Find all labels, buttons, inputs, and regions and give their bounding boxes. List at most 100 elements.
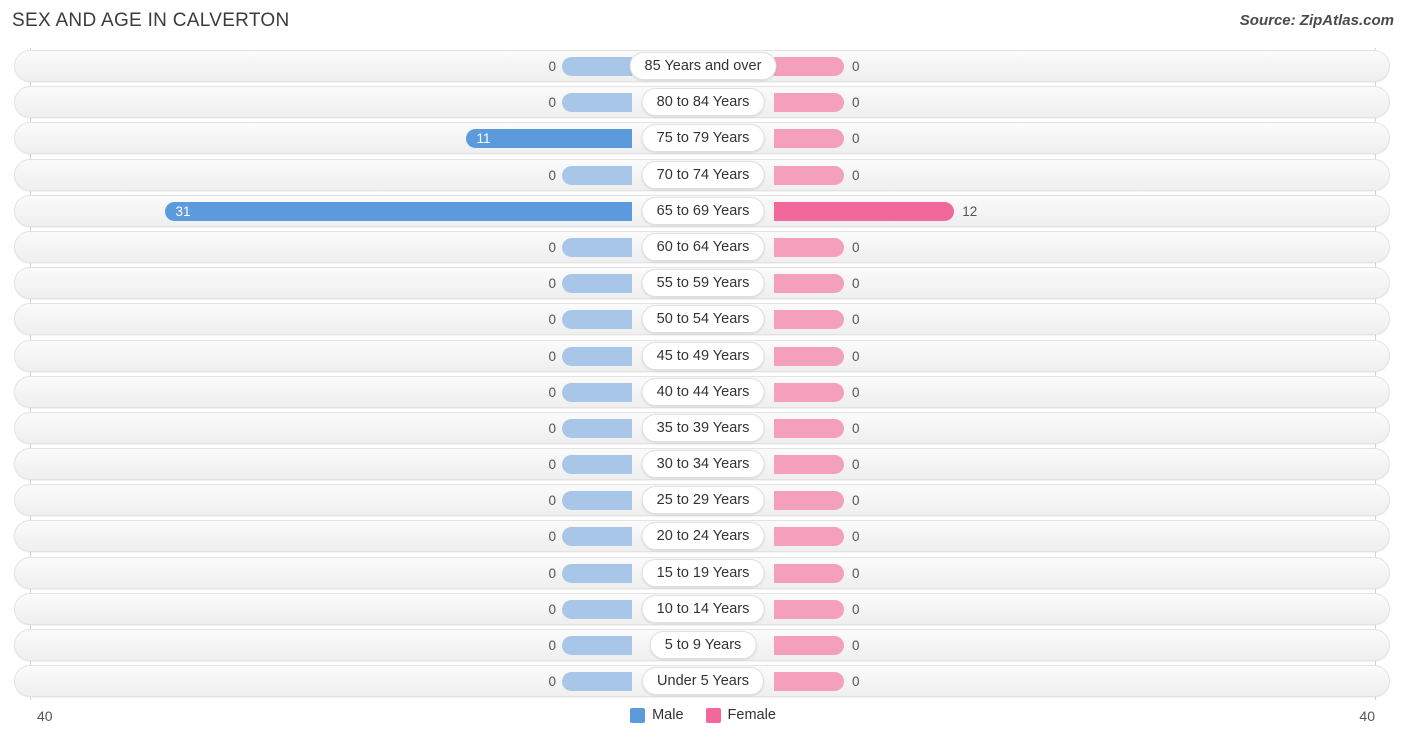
age-group-rows: 0 0 85 Years and over 0 0 80 to 84 Years 11 0 75…: [0, 48, 1406, 699]
female-bar[interactable]: [774, 237, 844, 257]
female-bar[interactable]: [774, 455, 844, 475]
female-bar[interactable]: [774, 636, 844, 655]
table-row[interactable]: 0 0 35 to 39 Years: [0, 410, 1406, 446]
table-row[interactable]: 0 0 10 to 14 Years: [0, 591, 1406, 627]
female-bar[interactable]: [774, 274, 844, 294]
table-row[interactable]: 0 0 25 to 29 Years: [0, 482, 1406, 518]
legend-item-male[interactable]: Male: [630, 707, 684, 723]
female-value-label: 0: [852, 384, 860, 400]
female-bar[interactable]: [774, 201, 955, 221]
table-row[interactable]: 0 0 20 to 24 Years: [0, 518, 1406, 554]
female-value-label: 0: [852, 131, 860, 147]
table-row[interactable]: 31 12 65 to 69 Years: [0, 193, 1406, 229]
male-bar[interactable]: [562, 563, 632, 583]
male-bar[interactable]: [562, 237, 632, 257]
female-bar[interactable]: [774, 382, 844, 402]
legend-label-female: Female: [727, 707, 776, 723]
male-value-label: 0: [548, 420, 556, 436]
age-group-label: 25 to 29 Years: [641, 486, 765, 515]
male-value-label: 0: [548, 638, 556, 653]
population-pyramid-plot: 0 0 85 Years and over 0 0 80 to 84 Years 11 0 75…: [0, 48, 1406, 700]
male-bar[interactable]: [562, 93, 632, 113]
table-row[interactable]: 0 0 85 Years and over: [0, 48, 1406, 84]
table-row[interactable]: 0 0 30 to 34 Years: [0, 446, 1406, 482]
age-group-label: 40 to 44 Years: [641, 377, 765, 406]
male-value-label: 0: [548, 384, 556, 400]
female-bar[interactable]: [774, 563, 844, 583]
chart-footer: 40 40 Male Female: [0, 700, 1406, 740]
male-value-label: 0: [548, 601, 556, 617]
table-row[interactable]: 11 0 75 to 79 Years: [0, 120, 1406, 156]
table-row[interactable]: 0 0 55 to 59 Years: [0, 265, 1406, 301]
female-bar[interactable]: [774, 93, 844, 113]
age-group-label: 75 to 79 Years: [641, 124, 765, 153]
table-row[interactable]: 0 0 Under 5 Years: [0, 663, 1406, 699]
age-group-label: 65 to 69 Years: [641, 196, 765, 225]
female-value-label: 0: [852, 59, 860, 74]
male-value-label: 0: [548, 529, 556, 545]
male-value-label: 31: [175, 203, 191, 219]
age-group-label: 55 to 59 Years: [641, 269, 765, 298]
chart-page: SEX AND AGE IN CALVERTON Source: ZipAtla…: [0, 0, 1406, 740]
male-bar[interactable]: [562, 455, 632, 475]
female-bar[interactable]: [774, 599, 844, 619]
age-group-label: 45 to 49 Years: [641, 341, 765, 370]
male-bar[interactable]: [562, 527, 632, 547]
legend-label-male: Male: [652, 707, 684, 723]
male-value-label: 0: [548, 167, 556, 183]
female-value-label: 0: [852, 457, 860, 473]
legend-item-female[interactable]: Female: [705, 707, 776, 723]
table-row[interactable]: 0 0 15 to 19 Years: [0, 555, 1406, 591]
age-group-label: 85 Years and over: [629, 52, 777, 80]
age-group-label: 80 to 84 Years: [641, 88, 765, 117]
male-value-label: 0: [548, 276, 556, 292]
page-title: SEX AND AGE IN CALVERTON: [12, 10, 290, 31]
chart-header: SEX AND AGE IN CALVERTON Source: ZipAtla…: [0, 0, 1406, 44]
table-row[interactable]: 0 0 60 to 64 Years: [0, 229, 1406, 265]
female-bar[interactable]: [774, 491, 844, 511]
female-value-label: 0: [852, 493, 860, 509]
table-row[interactable]: 0 0 80 to 84 Years: [0, 84, 1406, 120]
male-value-label: 0: [548, 493, 556, 509]
female-value-label: 0: [852, 420, 860, 436]
male-value-label: 0: [548, 674, 556, 690]
table-row[interactable]: 0 0 40 to 44 Years: [0, 374, 1406, 410]
male-bar[interactable]: [562, 57, 632, 76]
table-row[interactable]: 0 0 50 to 54 Years: [0, 301, 1406, 337]
male-value-label: 0: [548, 565, 556, 581]
male-swatch-icon: [630, 707, 646, 723]
male-bar[interactable]: [562, 165, 632, 185]
table-row[interactable]: 0 0 45 to 49 Years: [0, 338, 1406, 374]
female-value-label: 0: [852, 312, 860, 328]
male-bar[interactable]: [562, 418, 632, 438]
male-bar[interactable]: [562, 672, 632, 692]
female-bar[interactable]: [774, 527, 844, 547]
female-bar[interactable]: [774, 672, 844, 692]
female-bar[interactable]: [774, 57, 844, 76]
male-bar[interactable]: [562, 599, 632, 619]
male-bar[interactable]: [562, 274, 632, 294]
female-value-label: 0: [852, 638, 860, 653]
female-value-label: 0: [852, 601, 860, 617]
female-bar[interactable]: [774, 129, 844, 149]
male-bar[interactable]: [562, 346, 632, 366]
table-row[interactable]: 0 0 5 to 9 Years: [0, 627, 1406, 663]
female-value-label: 12: [962, 203, 978, 219]
female-bar[interactable]: [774, 418, 844, 438]
female-value-label: 0: [852, 239, 860, 255]
male-bar[interactable]: [562, 491, 632, 511]
female-bar[interactable]: [774, 346, 844, 366]
female-bar[interactable]: [774, 165, 844, 185]
male-bar[interactable]: [562, 636, 632, 655]
age-group-label: 70 to 74 Years: [641, 160, 765, 189]
male-bar[interactable]: [562, 382, 632, 402]
male-value-label: 11: [476, 131, 491, 147]
female-value-label: 0: [852, 276, 860, 292]
female-swatch-icon: [705, 707, 721, 723]
female-bar[interactable]: [774, 310, 844, 330]
male-bar[interactable]: [562, 310, 632, 330]
age-group-label: 10 to 14 Years: [641, 594, 765, 623]
male-value-label: 0: [548, 348, 556, 364]
table-row[interactable]: 0 0 70 to 74 Years: [0, 157, 1406, 193]
female-value-label: 0: [852, 95, 860, 111]
